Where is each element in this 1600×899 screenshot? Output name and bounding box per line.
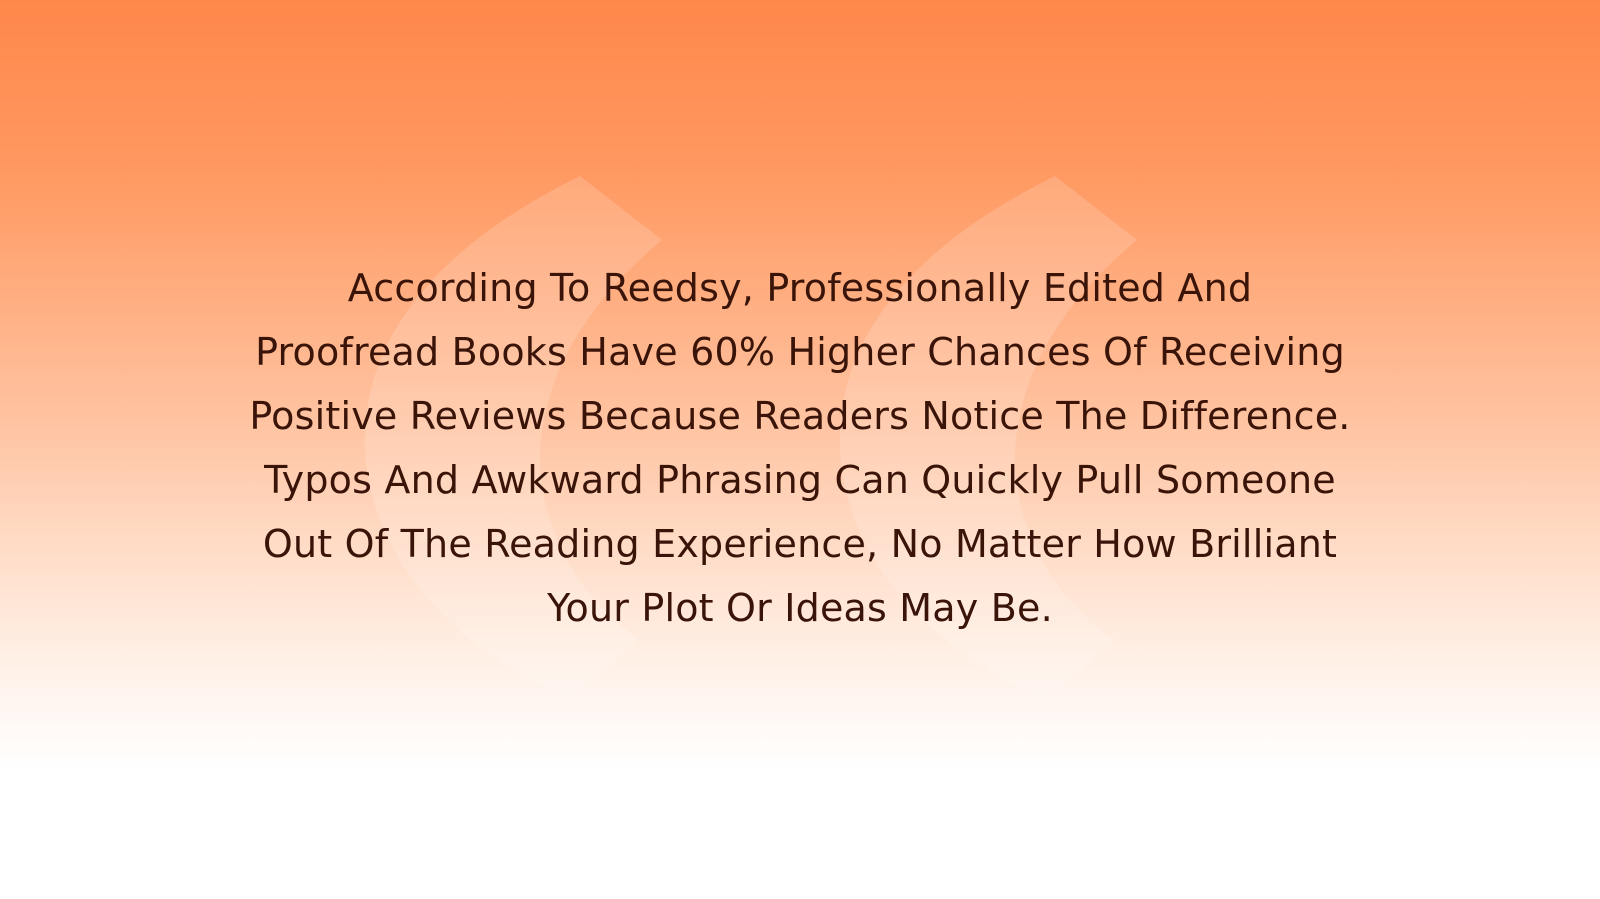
quote-line: Out Of The Reading Experience, No Matter… bbox=[262, 522, 1338, 566]
quote-line: Positive Reviews Because Readers Notice … bbox=[249, 394, 1351, 438]
slide: { "quote": { "lines": [ "According To Re… bbox=[0, 0, 1600, 899]
quote-line: According To Reedsy, Professionally Edit… bbox=[347, 266, 1253, 310]
quote-line: Your Plot Or Ideas May Be. bbox=[547, 586, 1053, 630]
quote-line: Proofread Books Have 60% Higher Chances … bbox=[255, 330, 1345, 374]
quote-text: According To Reedsy, Professionally Edit… bbox=[200, 256, 1400, 640]
quote-line: Typos And Awkward Phrasing Can Quickly P… bbox=[264, 458, 1336, 502]
